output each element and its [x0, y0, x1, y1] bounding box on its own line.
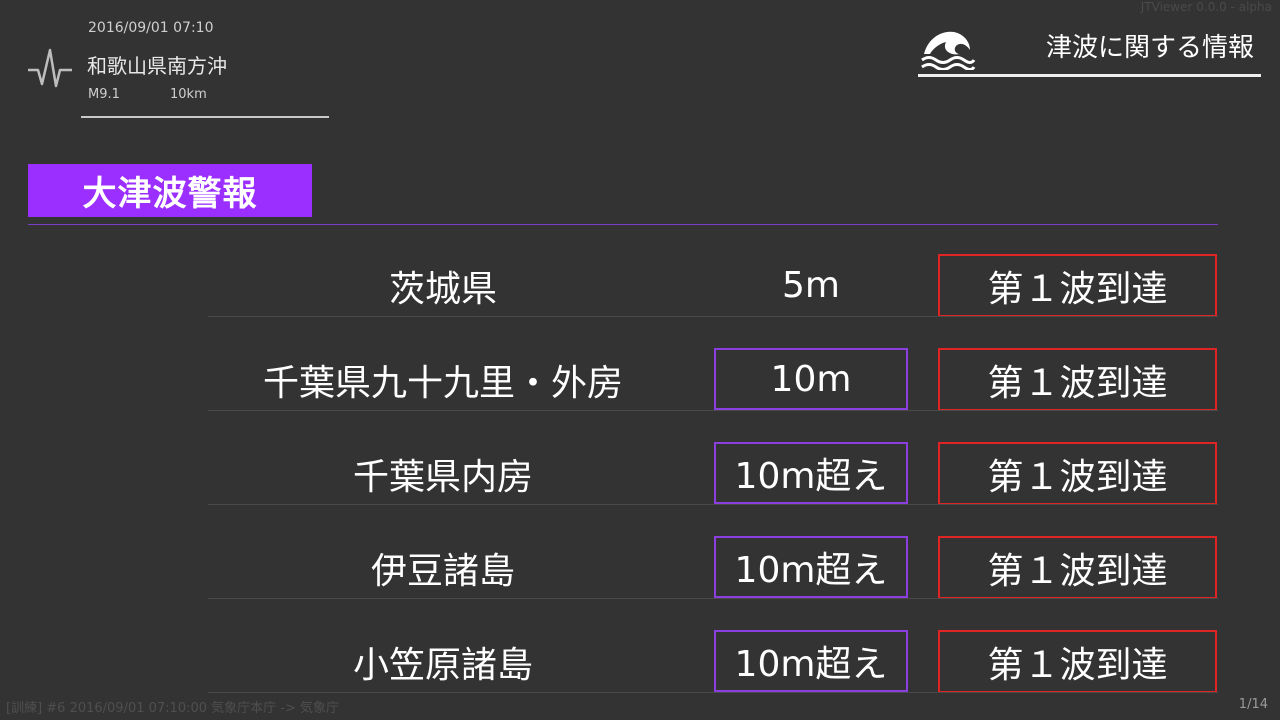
- forecast-row: 茨城県 5m 第１波到達: [0, 254, 1280, 348]
- wave-height: 10m超え: [714, 630, 908, 692]
- arrival-status: 第１波到達: [938, 536, 1217, 599]
- seismograph-icon: [28, 48, 72, 88]
- row-divider: [208, 316, 1218, 317]
- area-name: 茨城県: [388, 269, 497, 310]
- row-divider: [208, 692, 1218, 693]
- quake-divider: [81, 116, 329, 118]
- arrival-status: 第１波到達: [938, 254, 1217, 317]
- quake-datetime: 2016/09/01 07:10: [88, 20, 214, 36]
- row-divider: [208, 410, 1218, 411]
- warning-category-badge: 大津波警報: [28, 164, 312, 217]
- forecast-row: 小笠原諸島 10m超え 第１波到達: [0, 630, 1280, 694]
- arrival-status: 第１波到達: [938, 630, 1217, 693]
- area-name: 千葉県九十九里・外房: [262, 363, 623, 404]
- area-name: 伊豆諸島: [370, 551, 515, 592]
- telegram-source: [訓練] #6 2016/09/01 07:10:00 気象庁本庁 -> 気象庁: [6, 701, 339, 716]
- wave-height: 5m: [782, 264, 840, 306]
- tsunami-info-screen: JTViewer 0.0.0 - alpha 2016/09/01 07:10 …: [0, 0, 1280, 720]
- row-divider: [208, 504, 1218, 505]
- tsunami-wave-icon: [921, 31, 976, 70]
- row-divider: [208, 598, 1218, 599]
- forecast-row: 伊豆諸島 10m超え 第１波到達: [0, 536, 1280, 630]
- forecast-row: 千葉県九十九里・外房 10m 第１波到達: [0, 348, 1280, 442]
- wave-height: 10m: [714, 348, 908, 410]
- wave-height: 10m超え: [714, 536, 908, 598]
- arrival-status: 第１波到達: [938, 442, 1217, 505]
- quake-region: 和歌山県南方沖: [87, 54, 227, 78]
- section-divider: [28, 224, 1218, 225]
- page-indicator: 1/14: [1238, 697, 1268, 712]
- app-version: JTViewer 0.0.0 - alpha: [1140, 0, 1272, 14]
- info-title: 津波に関する情報: [1045, 33, 1254, 63]
- quake-magnitude: M9.1: [88, 87, 120, 102]
- wave-height: 10m超え: [714, 442, 908, 504]
- arrival-status: 第１波到達: [938, 348, 1217, 411]
- info-title-underline: [918, 74, 1261, 77]
- area-name: 千葉県内房: [352, 457, 533, 498]
- quake-depth: 10km: [170, 87, 207, 102]
- forecast-row: 千葉県内房 10m超え 第１波到達: [0, 442, 1280, 536]
- area-name: 小笠原諸島: [352, 645, 533, 686]
